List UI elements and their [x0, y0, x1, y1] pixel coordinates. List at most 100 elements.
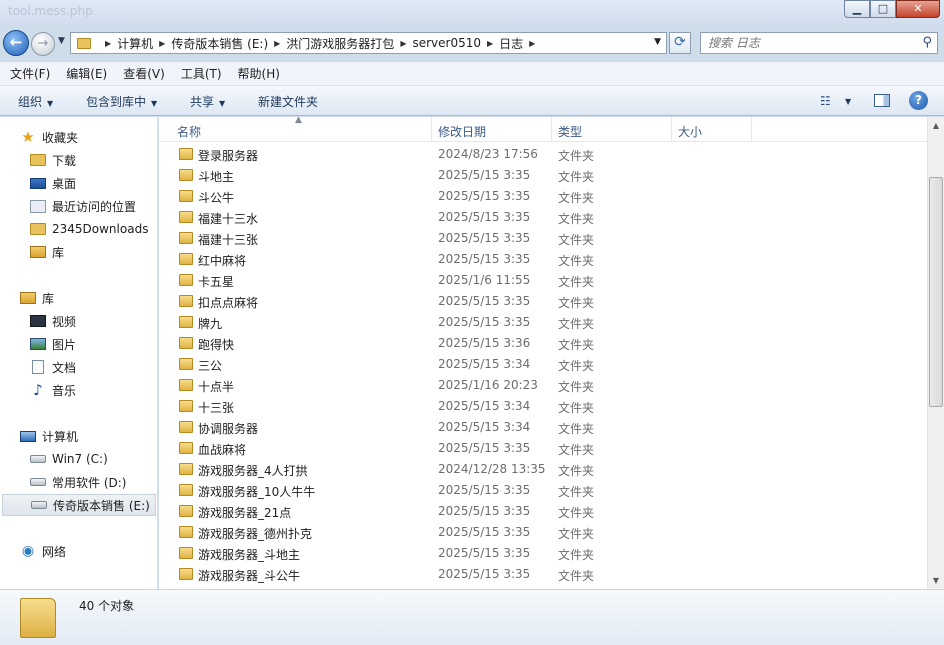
- table-row[interactable]: 跑得快 2025/5/15 3:36 文件夹: [159, 333, 927, 354]
- nav-2345downloads[interactable]: 2345Downloads: [30, 218, 148, 240]
- column-divider[interactable]: [751, 117, 752, 141]
- table-row[interactable]: 协调服务器 2025/5/15 3:34 文件夹: [159, 417, 927, 438]
- chevron-right-icon[interactable]: ▶: [274, 39, 280, 48]
- forward-button[interactable]: →: [31, 32, 55, 56]
- nav-downloads[interactable]: 下载: [30, 149, 76, 171]
- folder-icon: [179, 358, 193, 370]
- nav-desktop[interactable]: 桌面: [30, 172, 76, 194]
- menu-file[interactable]: 文件(F): [10, 65, 50, 82]
- file-type: 文件夹: [558, 548, 595, 562]
- breadcrumb-computer[interactable]: 计算机: [117, 35, 153, 52]
- table-row[interactable]: 十点半 2025/1/16 20:23 文件夹: [159, 375, 927, 396]
- table-row[interactable]: 斗公牛 2025/5/15 3:35 文件夹: [159, 186, 927, 207]
- nav-label: 常用软件 (D:): [52, 475, 127, 490]
- column-header-date[interactable]: 修改日期: [438, 123, 486, 140]
- nav-label: 桌面: [52, 176, 77, 191]
- breadcrumb-drive-e[interactable]: 传奇版本销售 (E:): [171, 35, 268, 52]
- scroll-thumb[interactable]: [929, 177, 943, 407]
- table-row[interactable]: 登录服务器 2024/8/23 17:56 文件夹: [159, 144, 927, 165]
- table-row[interactable]: 游戏服务器_4人打拱 2024/12/28 13:35 文件夹: [159, 459, 927, 480]
- table-row[interactable]: 游戏服务器_21点 2025/5/15 3:35 文件夹: [159, 501, 927, 522]
- file-name: 福建十三水: [198, 212, 259, 226]
- nav-recent-places[interactable]: 最近访问的位置: [30, 195, 136, 217]
- close-button[interactable]: ✕: [896, 0, 940, 18]
- nav-network[interactable]: ◉ 网络: [20, 540, 66, 562]
- table-row[interactable]: 血战麻将 2025/5/15 3:35 文件夹: [159, 438, 927, 459]
- nav-drive-d[interactable]: 常用软件 (D:): [30, 471, 126, 493]
- column-header-type[interactable]: 类型: [558, 123, 582, 140]
- file-name: 游戏服务器_德州扑克: [198, 527, 313, 541]
- table-row[interactable]: 三公 2025/5/15 3:34 文件夹: [159, 354, 927, 375]
- menu-view[interactable]: 查看(V): [123, 65, 165, 82]
- column-divider[interactable]: [431, 117, 432, 141]
- chevron-right-icon[interactable]: ▶: [529, 39, 535, 48]
- search-box[interactable]: ⚲: [700, 32, 938, 54]
- folder-icon: [179, 295, 193, 307]
- nav-label: 音乐: [52, 383, 77, 398]
- menu-help[interactable]: 帮助(H): [238, 65, 280, 82]
- folder-icon: [179, 421, 193, 433]
- nav-videos[interactable]: 视频: [30, 310, 76, 332]
- scroll-up-icon[interactable]: ▲: [928, 117, 944, 134]
- share-button[interactable]: 共享 ▼: [190, 93, 225, 110]
- chevron-right-icon[interactable]: ▶: [105, 39, 111, 48]
- address-bar[interactable]: ▶ 计算机 ▶ 传奇版本销售 (E:) ▶ 洪门游戏服务器打包 ▶ server…: [70, 32, 667, 54]
- column-header-size[interactable]: 大小: [678, 123, 702, 140]
- refresh-button[interactable]: ⟳: [669, 32, 691, 54]
- file-date: 2025/5/15 3:36: [438, 336, 531, 350]
- view-options-icon[interactable]: ☷: [820, 94, 831, 108]
- column-divider[interactable]: [671, 117, 672, 141]
- column-divider[interactable]: [551, 117, 552, 141]
- view-dropdown-icon[interactable]: ▼: [845, 97, 851, 106]
- maximize-button[interactable]: □: [870, 0, 896, 18]
- chevron-right-icon[interactable]: ▶: [400, 39, 406, 48]
- minimize-button[interactable]: ▁: [844, 0, 870, 18]
- table-row[interactable]: 卡五星 2025/1/6 11:55 文件夹: [159, 270, 927, 291]
- search-input[interactable]: [708, 33, 908, 53]
- back-button[interactable]: ←: [3, 30, 29, 56]
- table-row[interactable]: 福建十三水 2025/5/15 3:35 文件夹: [159, 207, 927, 228]
- file-name: 红中麻将: [198, 254, 247, 268]
- table-row[interactable]: 扣点点麻将 2025/5/15 3:35 文件夹: [159, 291, 927, 312]
- help-icon[interactable]: ?: [909, 91, 928, 110]
- chevron-right-icon[interactable]: ▶: [487, 39, 493, 48]
- chevron-right-icon[interactable]: ▶: [159, 39, 165, 48]
- nav-library-shortcut[interactable]: 库: [30, 241, 64, 263]
- menu-tools[interactable]: 工具(T): [181, 65, 222, 82]
- scroll-down-icon[interactable]: ▼: [928, 572, 944, 589]
- sort-ascending-icon: ▲: [295, 117, 302, 125]
- table-row[interactable]: 游戏服务器_10人牛牛 2025/5/15 3:35 文件夹: [159, 480, 927, 501]
- breadcrumb-logs[interactable]: 日志: [499, 35, 523, 52]
- recent-pages-dropdown[interactable]: ▼: [58, 36, 65, 46]
- nav-favorites[interactable]: ★ 收藏夹: [20, 126, 78, 148]
- table-row[interactable]: 游戏服务器_斗公牛 2025/5/15 3:35 文件夹: [159, 564, 927, 585]
- nav-label: 传奇版本销售 (E:): [53, 498, 150, 513]
- nav-libraries[interactable]: 库: [20, 287, 54, 309]
- file-type: 文件夹: [558, 170, 595, 184]
- nav-drive-c[interactable]: Win7 (C:): [30, 448, 108, 470]
- vertical-scrollbar[interactable]: ▲ ▼: [927, 117, 944, 589]
- table-row[interactable]: 十三张 2025/5/15 3:34 文件夹: [159, 396, 927, 417]
- nav-drive-e[interactable]: 传奇版本销售 (E:): [2, 494, 156, 516]
- nav-music[interactable]: ♪ 音乐: [30, 379, 76, 401]
- column-header-name[interactable]: 名称: [177, 123, 201, 140]
- menu-edit[interactable]: 编辑(E): [66, 65, 107, 82]
- nav-pictures[interactable]: 图片: [30, 333, 76, 355]
- preview-pane-icon[interactable]: [874, 94, 890, 107]
- new-folder-button[interactable]: 新建文件夹: [258, 93, 318, 110]
- nav-documents[interactable]: 文档: [30, 356, 76, 378]
- table-row[interactable]: 红中麻将 2025/5/15 3:35 文件夹: [159, 249, 927, 270]
- table-row[interactable]: 斗地主 2025/5/15 3:35 文件夹: [159, 165, 927, 186]
- item-count: 40 个对象: [79, 599, 135, 613]
- breadcrumb-server[interactable]: server0510: [412, 36, 481, 50]
- nav-computer[interactable]: 计算机: [20, 425, 78, 447]
- breadcrumb-package[interactable]: 洪门游戏服务器打包: [286, 35, 394, 52]
- address-dropdown-icon[interactable]: ▼: [654, 37, 661, 47]
- table-row[interactable]: 福建十三张 2025/5/15 3:35 文件夹: [159, 228, 927, 249]
- table-row[interactable]: 游戏服务器_德州扑克 2025/5/15 3:35 文件夹: [159, 522, 927, 543]
- organize-button[interactable]: 组织 ▼: [18, 93, 53, 110]
- include-in-library-button[interactable]: 包含到库中 ▼: [86, 93, 157, 110]
- table-row[interactable]: 游戏服务器_斗地主 2025/5/15 3:35 文件夹: [159, 543, 927, 564]
- table-row[interactable]: 牌九 2025/5/15 3:35 文件夹: [159, 312, 927, 333]
- search-icon[interactable]: ⚲: [922, 35, 932, 50]
